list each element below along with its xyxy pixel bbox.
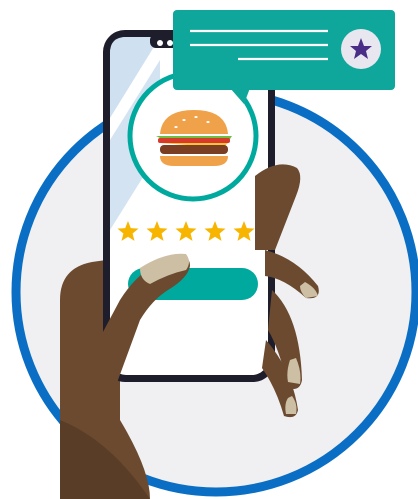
review-bubble	[173, 10, 395, 104]
food-review-illustration	[11, 10, 418, 499]
burger-icon	[156, 110, 232, 166]
